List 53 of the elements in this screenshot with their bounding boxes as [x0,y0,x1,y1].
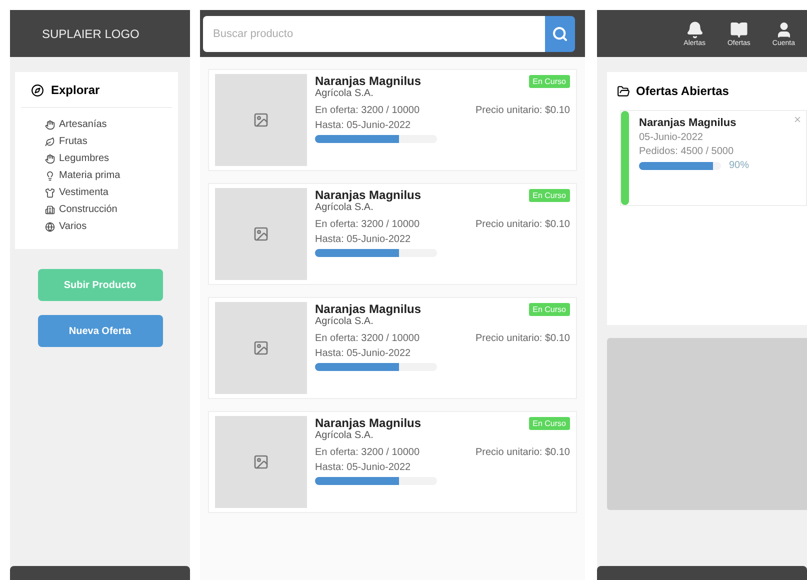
product-name: Naranjas Magnilus [315,302,422,316]
category-item[interactable]: Materia prima [15,167,120,184]
company-name: Agrícola S.A. [315,430,374,441]
unit-price: Precio unitario: $0.10 [475,219,570,230]
search-field[interactable]: Buscar producto [203,16,545,52]
unit-price: Precio unitario: $0.10 [475,105,570,116]
company-name: Agrícola S.A. [315,202,374,213]
status-badge: En Curso [528,416,570,430]
explore-title: Explorar [51,83,100,97]
offers-title: Ofertas Abiertas [636,84,729,98]
category-item[interactable]: Varios [15,218,87,235]
offer-amount: En oferta: 3200 / 10000 [315,333,420,344]
deadline: Hasta: 05-Junio-2022 [315,348,412,359]
unit-price: Precio unitario: $0.10 [475,333,570,344]
status-badge: En Curso [528,188,570,202]
close-icon[interactable] [793,115,802,124]
product-name: Naranjas Magnilus [315,188,422,202]
bell-icon [686,20,704,38]
building-icon [45,204,55,214]
category-item[interactable]: Frutas [15,133,88,150]
product-name: Naranjas Magnilus [315,416,422,430]
offer-amount: En oferta: 3200 / 10000 [315,219,420,230]
percent-label: 90% [729,160,750,171]
product-name: Naranjas Magnilus [315,74,422,88]
orders-count: Pedidos: 4500 / 5000 [639,146,735,157]
search-icon [552,26,568,42]
category-item[interactable]: Legumbres [15,150,110,167]
company-name: Agrícola S.A. [315,316,374,327]
logo: SUPLAIER LOGO [42,26,140,40]
compass-icon [31,84,44,96]
status-badge: En Curso [528,74,570,88]
book-icon [730,20,748,38]
offer-date: 05-Junio-2022 [639,132,704,143]
shirt-icon [45,188,55,198]
offer-amount: En oferta: 3200 / 10000 [315,447,420,458]
folder-icon [617,84,630,98]
deadline: Hasta: 05-Junio-2022 [315,462,412,473]
hand-icon [45,120,55,130]
status-badge: En Curso [528,302,570,316]
category-item[interactable]: Artesanías [15,116,107,133]
unit-price: Precio unitario: $0.10 [475,447,570,458]
category-item[interactable]: Construcción [15,201,118,218]
leaf-icon [45,136,55,146]
deadline: Hasta: 05-Junio-2022 [315,234,412,245]
globe-icon [45,222,55,232]
hand-icon [45,154,55,164]
deadline: Hasta: 05-Junio-2022 [315,120,412,131]
lightbulb-icon [45,170,55,180]
offer-amount: En oferta: 3200 / 10000 [315,105,420,116]
company-name: Agrícola S.A. [315,88,374,99]
offer-name: Naranjas Magnilus [639,117,738,129]
category-item[interactable]: Vestimenta [15,184,108,201]
search-button[interactable] [545,16,575,52]
